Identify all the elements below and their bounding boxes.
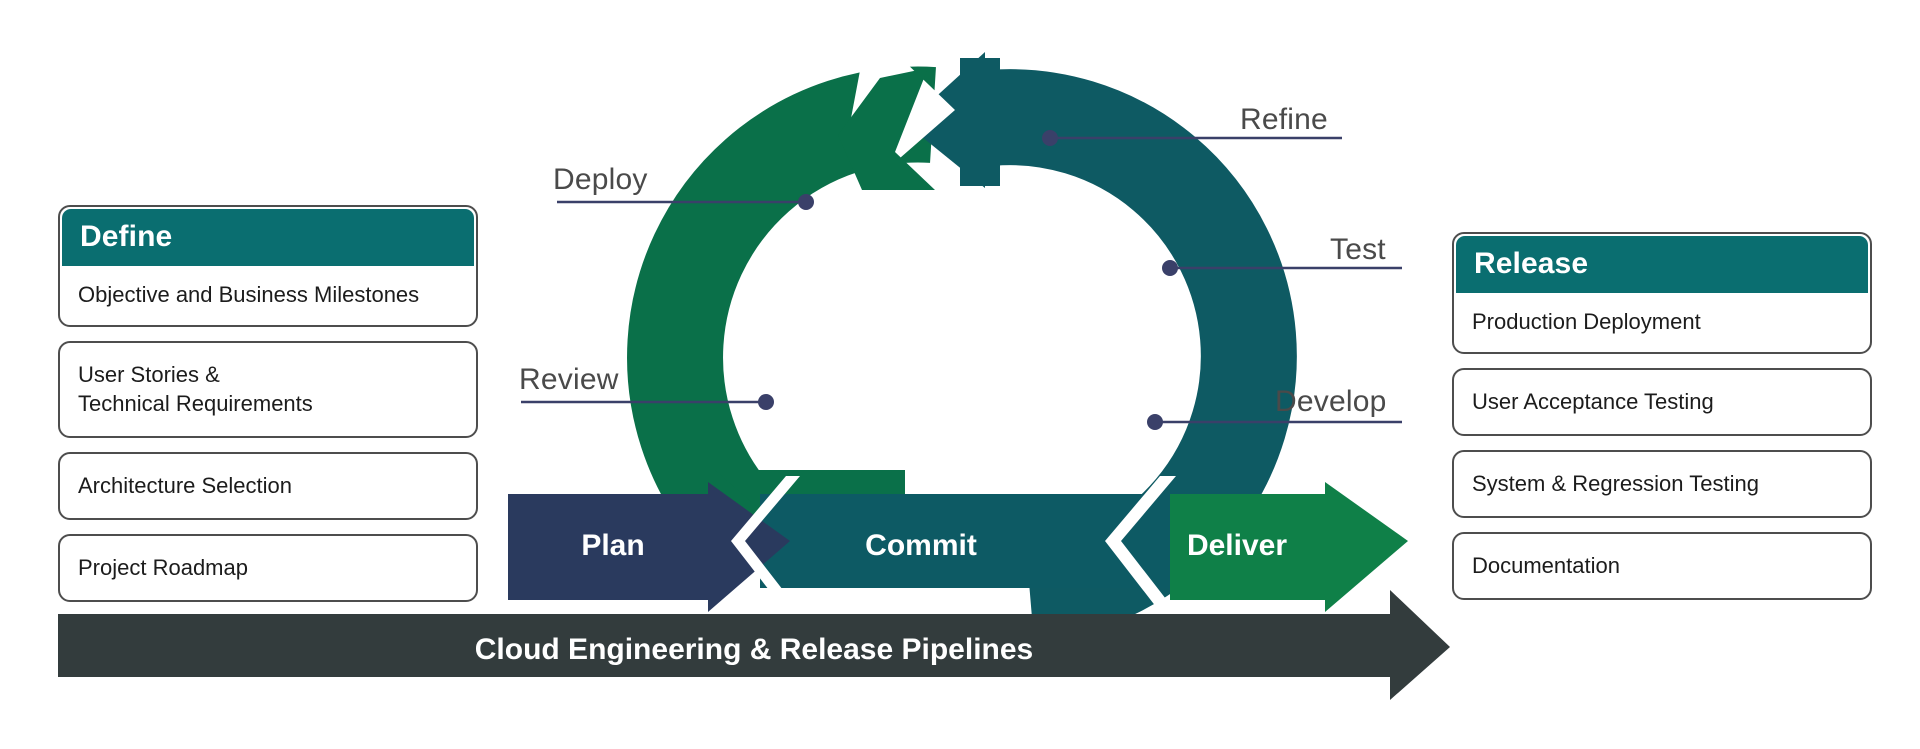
left-card-column: Define Objective and Business Milestones… (58, 205, 478, 616)
callout-label-test: Test (1330, 233, 1386, 266)
card-user-stories-line-1: User Stories & (78, 362, 220, 388)
card-user-stories[interactable]: User Stories & Technical Requirements (58, 341, 478, 439)
flow-label-deliver: Deliver (1187, 529, 1287, 562)
card-system-regression-testing-body: System & Regression Testing (1454, 452, 1870, 516)
card-release-body: Production Deployment (1454, 293, 1870, 352)
connector-dot-develop (1147, 414, 1163, 430)
flow-arrow-commit (760, 494, 1220, 588)
connector-dot-refine (1042, 130, 1058, 146)
card-release-line-1: Production Deployment (1472, 309, 1701, 334)
card-define-body: Objective and Business Milestones (60, 266, 476, 325)
card-documentation-line-1: Documentation (1472, 553, 1620, 579)
card-architecture-selection-line-1: Architecture Selection (78, 473, 292, 499)
card-user-acceptance-testing-line-1: User Acceptance Testing (1472, 389, 1714, 415)
flow-label-plan: Plan (581, 529, 644, 562)
connector-dot-review (758, 394, 774, 410)
card-define[interactable]: Define Objective and Business Milestones (58, 205, 478, 328)
card-system-regression-testing[interactable]: System & Regression Testing (1452, 450, 1872, 519)
card-user-stories-body: User Stories & Technical Requirements (60, 343, 476, 436)
card-architecture-selection[interactable]: Architecture Selection (58, 452, 478, 521)
card-user-acceptance-testing-body: User Acceptance Testing (1454, 370, 1870, 434)
right-card-column: Release Production Deployment User Accep… (1452, 232, 1872, 614)
card-release-header: Release (1456, 236, 1868, 293)
card-user-acceptance-testing[interactable]: User Acceptance Testing (1452, 368, 1872, 437)
card-define-header: Define (62, 209, 474, 266)
callout-label-refine: Refine (1240, 103, 1328, 136)
card-architecture-selection-body: Architecture Selection (60, 454, 476, 518)
connector-dot-deploy (798, 194, 814, 210)
card-system-regression-testing-line-1: System & Regression Testing (1472, 471, 1759, 497)
callout-label-develop: Develop (1275, 385, 1387, 418)
card-release[interactable]: Release Production Deployment (1452, 232, 1872, 355)
card-project-roadmap[interactable]: Project Roadmap (58, 534, 478, 603)
arrowhead-teal-body (960, 58, 1000, 186)
callout-label-review: Review (519, 363, 619, 396)
flow-arrow-deliver-head (1325, 482, 1408, 612)
baseline-label: Cloud Engineering & Release Pipelines (475, 633, 1033, 666)
card-documentation-body: Documentation (1454, 534, 1870, 598)
connector-dot-test (1162, 260, 1178, 276)
callout-label-deploy: Deploy (553, 163, 648, 196)
card-project-roadmap-line-1: Project Roadmap (78, 555, 248, 581)
diagram-canvas: Plan Commit Deliver Cloud Engineering & … (0, 0, 1920, 749)
card-project-roadmap-body: Project Roadmap (60, 536, 476, 600)
flow-label-commit: Commit (865, 529, 977, 562)
card-define-line-1: Objective and Business Milestones (78, 282, 420, 307)
card-user-stories-line-2: Technical Requirements (78, 391, 313, 417)
card-documentation[interactable]: Documentation (1452, 532, 1872, 601)
